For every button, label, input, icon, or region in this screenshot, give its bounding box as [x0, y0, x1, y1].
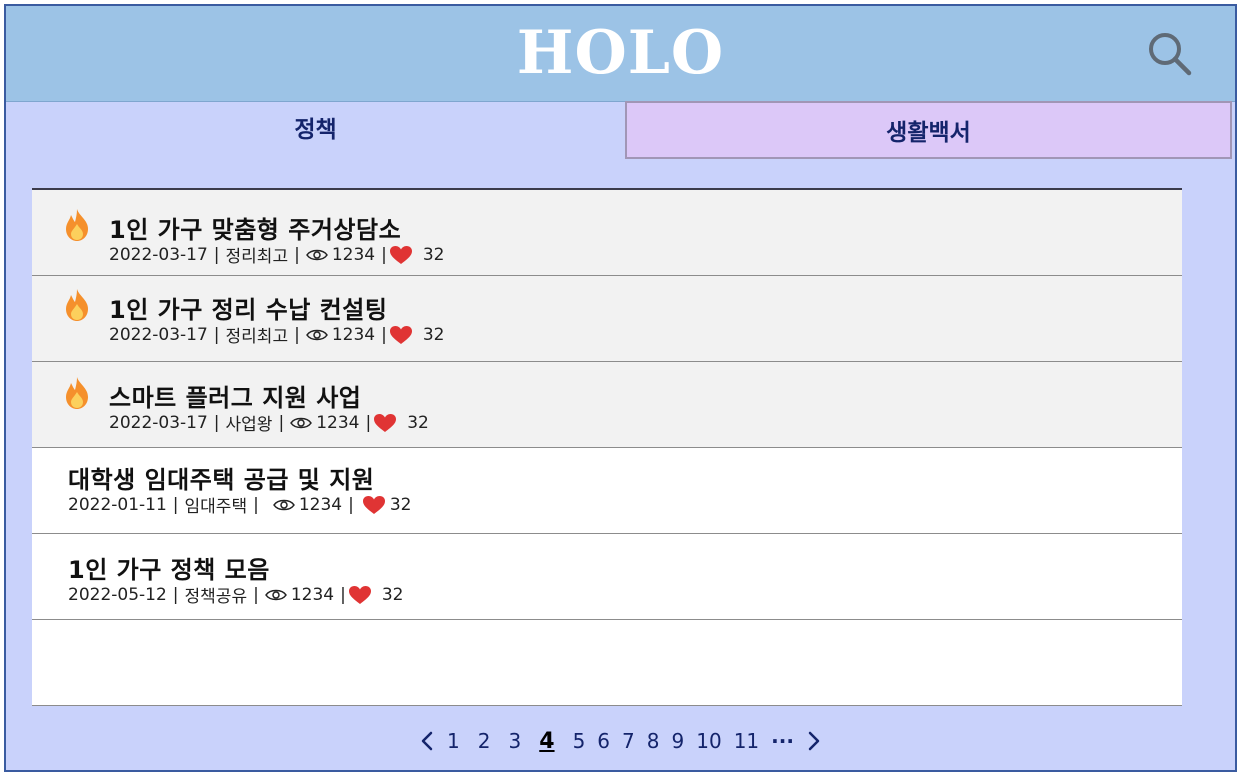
page-link-6[interactable]: 6	[591, 729, 616, 753]
tab-whitepaper[interactable]: 생활백서	[625, 101, 1232, 159]
post-views: 1234	[290, 584, 335, 605]
post-likes: 32	[422, 244, 445, 265]
post-meta: 2022-03-17 | 정리최고 | 1234 | 32	[109, 322, 445, 348]
eye-icon	[305, 249, 328, 260]
post-likes: 32	[407, 412, 429, 433]
tab-whitepaper-label: 생활백서	[886, 120, 971, 146]
page-ellipsis: ···	[771, 729, 794, 753]
post-date: 2022-03-17	[109, 244, 208, 265]
post-author: 정리최고	[225, 247, 289, 267]
post-date: 2022-01-11	[68, 494, 167, 515]
eye-icon	[305, 329, 328, 340]
next-page-button[interactable]	[800, 731, 828, 751]
page-link-10[interactable]: 10	[690, 729, 727, 753]
post-author: 정책공유	[184, 587, 248, 607]
app-frame: HOLO 정책 생활백서 1인 가구 맞춤형 주거상담소 2022-03-17 …	[4, 4, 1237, 772]
heart-icon	[389, 325, 412, 344]
list-item[interactable]: 대학생 임대주택 공급 및 지원 2022-01-11 | 임대주택 | 123…	[32, 448, 1182, 534]
chevron-left-icon	[421, 731, 433, 751]
heart-icon	[374, 413, 397, 432]
post-meta: 2022-03-17 | 정리최고 | 1234 | 32	[109, 242, 445, 268]
page-link-4-current[interactable]: 4	[533, 729, 560, 754]
tab-policy-label: 정책	[294, 117, 337, 143]
page-link-5[interactable]: 5	[567, 729, 592, 753]
post-views: 1234	[316, 412, 360, 433]
header: HOLO	[6, 6, 1235, 102]
post-title: 대학생 임대주택 공급 및 지원	[68, 466, 375, 494]
page-link-11[interactable]: 11	[728, 729, 765, 753]
list-item[interactable]: 1인 가구 맞춤형 주거상담소 2022-03-17 | 정리최고 | 1234…	[32, 190, 1182, 276]
fire-icon	[66, 289, 88, 321]
eye-icon	[290, 417, 313, 428]
page-link-1[interactable]: 1	[441, 729, 466, 753]
page-link-3[interactable]: 3	[503, 729, 528, 753]
heart-icon	[348, 585, 371, 604]
post-date: 2022-03-17	[109, 412, 208, 433]
post-meta: 2022-05-12 | 정책공유 | 1234 | 32	[68, 582, 404, 608]
search-button[interactable]	[1146, 30, 1194, 78]
post-author: 사업왕	[225, 415, 273, 435]
page-link-8[interactable]: 8	[641, 729, 666, 753]
page-link-2[interactable]: 2	[472, 729, 497, 753]
logo[interactable]: HOLO	[6, 20, 1235, 86]
post-title: 1인 가구 맞춤형 주거상담소	[109, 216, 402, 244]
search-icon	[1149, 33, 1192, 76]
chevron-right-icon	[808, 731, 820, 751]
eye-icon	[264, 589, 287, 600]
empty-list-item	[32, 620, 1182, 706]
pagination: 1 2 3 4 5 6 7 8 9 10 11 ···	[6, 724, 1235, 758]
post-likes: 32	[381, 584, 404, 605]
list-item[interactable]: 1인 가구 정책 모음 2022-05-12 | 정책공유 | 1234 | 3…	[32, 534, 1182, 620]
list-item[interactable]: 1인 가구 정리 수납 컨설팅 2022-03-17 | 정리최고 | 1234…	[32, 276, 1182, 362]
fire-icon	[66, 377, 88, 409]
prev-page-button[interactable]	[413, 731, 441, 751]
post-list: 1인 가구 맞춤형 주거상담소 2022-03-17 | 정리최고 | 1234…	[32, 188, 1182, 706]
post-views: 1234	[331, 244, 376, 265]
eye-icon	[272, 499, 295, 510]
list-item[interactable]: 스마트 플러그 지원 사업 2022-03-17 | 사업왕 | 1234 | …	[32, 362, 1182, 448]
post-title: 스마트 플러그 지원 사업	[109, 384, 362, 412]
post-meta: 2022-03-17 | 사업왕 | 1234 | 32	[109, 410, 429, 436]
post-title: 1인 가구 정리 수납 컨설팅	[109, 296, 388, 324]
post-author: 임대주택	[184, 497, 248, 517]
post-title: 1인 가구 정책 모음	[68, 556, 270, 584]
post-likes: 32	[389, 494, 412, 515]
post-views: 1234	[298, 494, 343, 515]
post-date: 2022-05-12	[68, 584, 167, 605]
fire-icon	[66, 209, 88, 241]
post-date: 2022-03-17	[109, 324, 208, 345]
heart-icon	[389, 245, 412, 264]
post-likes: 32	[422, 324, 445, 345]
page-link-7[interactable]: 7	[616, 729, 641, 753]
tab-policy[interactable]: 정책	[6, 101, 625, 159]
post-views: 1234	[331, 324, 376, 345]
post-meta: 2022-01-11 | 임대주택 | 1234 | 32	[68, 492, 412, 518]
post-author: 정리최고	[225, 327, 289, 347]
heart-icon	[362, 495, 385, 514]
page-link-9[interactable]: 9	[666, 729, 691, 753]
